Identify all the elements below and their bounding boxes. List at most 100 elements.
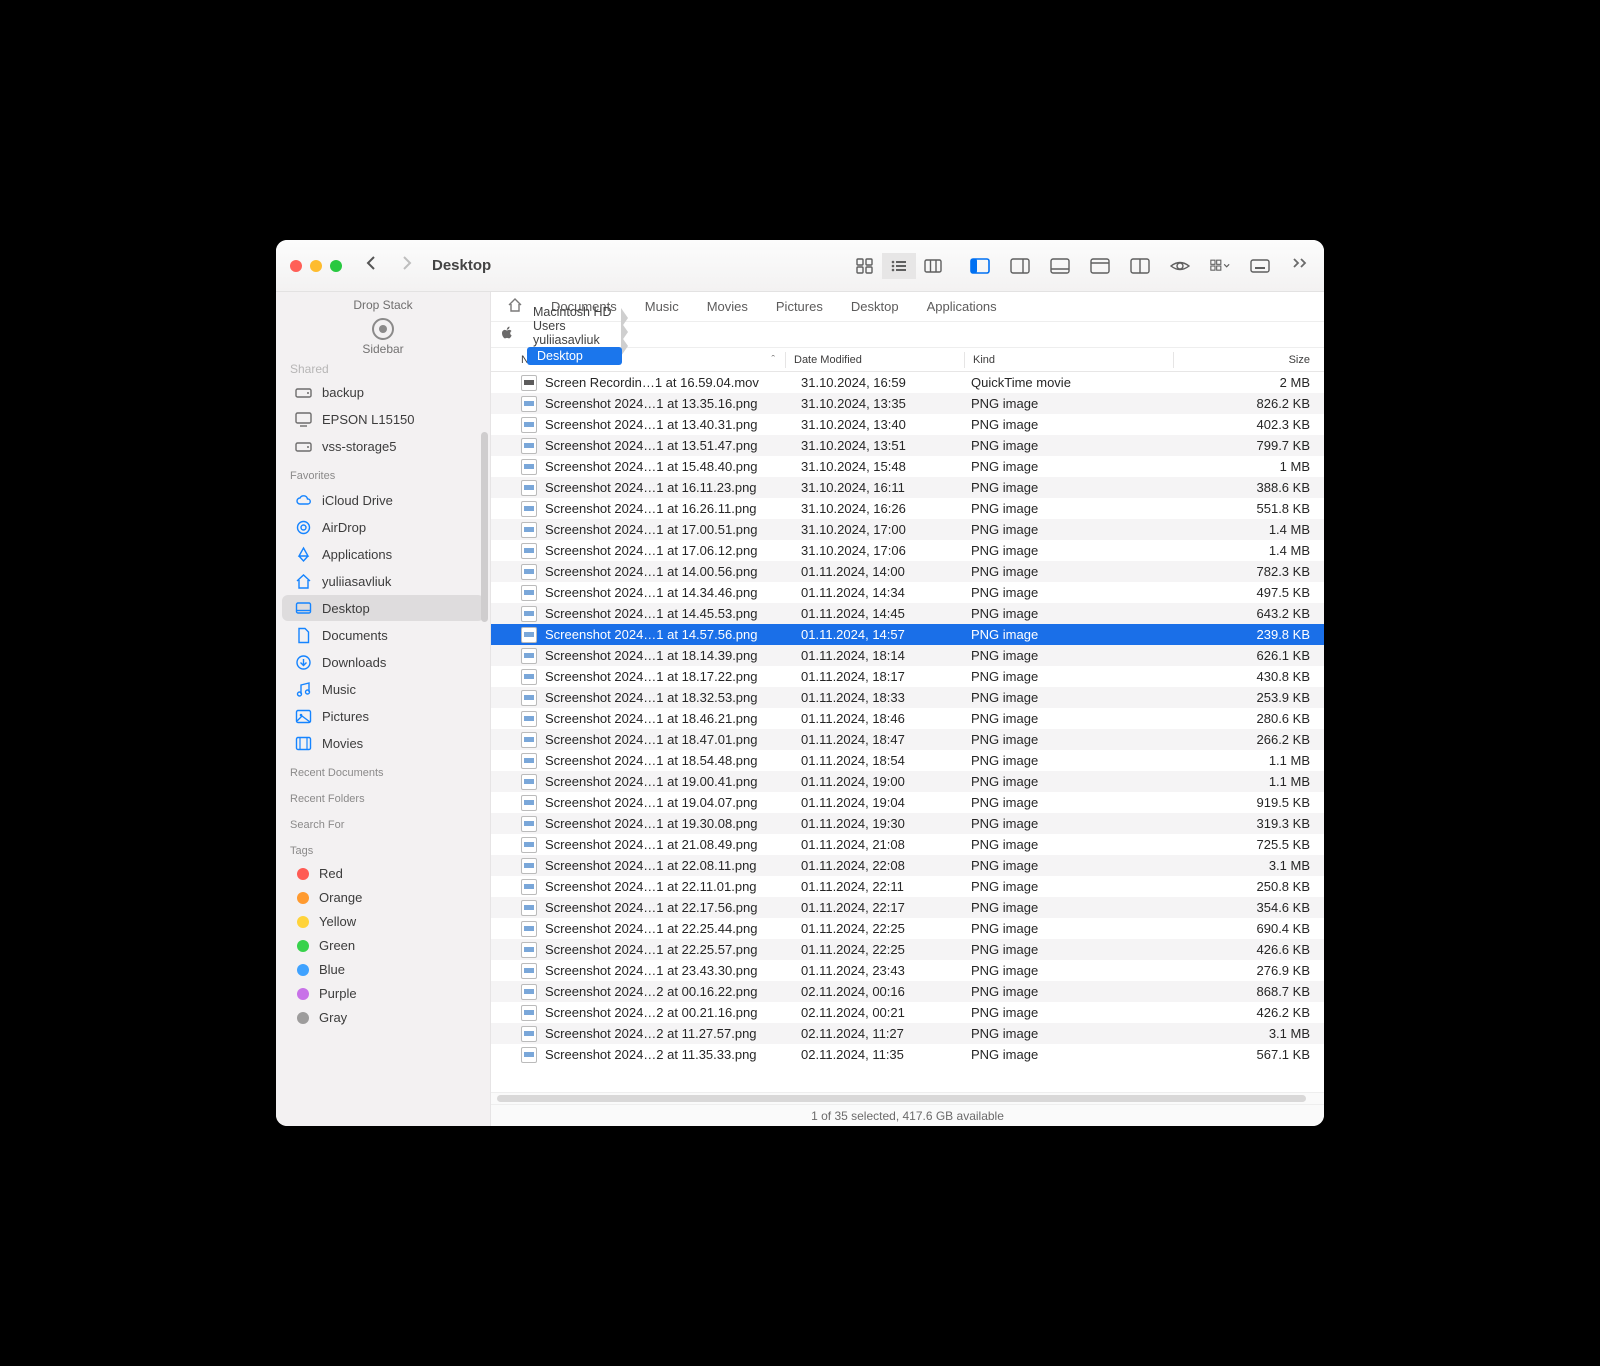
tag-green[interactable]: Green xyxy=(282,934,484,957)
minimize-icon[interactable] xyxy=(310,260,322,272)
file-row[interactable]: Screenshot 2024…1 at 19.30.08.png01.11.2… xyxy=(491,813,1324,834)
column-size[interactable]: Size xyxy=(1182,354,1324,366)
file-kind: PNG image xyxy=(971,774,1171,789)
file-row[interactable]: Screenshot 2024…1 at 22.17.56.png01.11.2… xyxy=(491,897,1324,918)
file-kind: PNG image xyxy=(971,816,1171,831)
file-row[interactable]: Screenshot 2024…1 at 18.32.53.png01.11.2… xyxy=(491,687,1324,708)
file-size: 690.4 KB xyxy=(1171,921,1324,936)
back-button[interactable] xyxy=(364,255,380,276)
file-row[interactable]: Screenshot 2024…1 at 18.14.39.png01.11.2… xyxy=(491,645,1324,666)
file-row[interactable]: Screenshot 2024…1 at 13.35.16.png31.10.2… xyxy=(491,393,1324,414)
file-row[interactable]: Screenshot 2024…1 at 19.04.07.png01.11.2… xyxy=(491,792,1324,813)
file-row[interactable]: Screenshot 2024…1 at 18.54.48.png01.11.2… xyxy=(491,750,1324,771)
keyboard-button[interactable] xyxy=(1250,258,1270,274)
sidebar-item-music[interactable]: Music xyxy=(282,676,484,702)
tag-orange[interactable]: Orange xyxy=(282,886,484,909)
sidebar-item-desktop[interactable]: Desktop xyxy=(282,595,484,621)
file-size: 3.1 MB xyxy=(1171,1026,1324,1041)
sidebar-toggle-button[interactable] xyxy=(970,258,990,274)
music-icon xyxy=(294,680,312,698)
dual-pane-button[interactable] xyxy=(1130,258,1150,274)
drop-stack-icon[interactable] xyxy=(372,318,394,340)
horizontal-scrollbar[interactable] xyxy=(491,1092,1324,1104)
file-name: Screenshot 2024…1 at 14.00.56.png xyxy=(545,564,801,579)
sidebar-scrollbar[interactable] xyxy=(481,432,488,622)
file-row[interactable]: Screenshot 2024…1 at 16.11.23.png31.10.2… xyxy=(491,477,1324,498)
preview-toggle-button[interactable] xyxy=(1010,258,1030,274)
file-row[interactable]: Screenshot 2024…1 at 14.45.53.png01.11.2… xyxy=(491,603,1324,624)
path-desktop[interactable]: Desktop xyxy=(527,347,622,365)
favbar-music[interactable]: Music xyxy=(645,299,679,314)
file-date: 31.10.2024, 16:59 xyxy=(801,375,971,390)
path-macintosh-hd[interactable]: Macintosh HD xyxy=(519,305,622,319)
sidebar-item-airdrop[interactable]: AirDrop xyxy=(282,514,484,540)
sidebar-item-backup[interactable]: backup xyxy=(282,379,484,405)
file-row[interactable]: Screenshot 2024…1 at 14.00.56.png01.11.2… xyxy=(491,561,1324,582)
file-row[interactable]: Screenshot 2024…1 at 13.51.47.png31.10.2… xyxy=(491,435,1324,456)
sidebar-item-yuliiasavliuk[interactable]: yuliiasavliuk xyxy=(282,568,484,594)
file-size: 782.3 KB xyxy=(1171,564,1324,579)
file-row[interactable]: Screenshot 2024…1 at 22.25.44.png01.11.2… xyxy=(491,918,1324,939)
file-name: Screenshot 2024…1 at 21.08.49.png xyxy=(545,837,801,852)
sidebar-item-downloads[interactable]: Downloads xyxy=(282,649,484,675)
file-row[interactable]: Screenshot 2024…1 at 18.47.01.png01.11.2… xyxy=(491,729,1324,750)
file-row[interactable]: Screenshot 2024…1 at 18.46.21.png01.11.2… xyxy=(491,708,1324,729)
file-row[interactable]: Screenshot 2024…1 at 22.11.01.png01.11.2… xyxy=(491,876,1324,897)
favbar-applications[interactable]: Applications xyxy=(927,299,997,314)
zoom-icon[interactable] xyxy=(330,260,342,272)
file-row[interactable]: Screenshot 2024…1 at 14.57.56.png01.11.2… xyxy=(491,624,1324,645)
file-row[interactable]: Screenshot 2024…1 at 23.43.30.png01.11.2… xyxy=(491,960,1324,981)
tag-gray[interactable]: Gray xyxy=(282,1006,484,1029)
sidebar-item-documents[interactable]: Documents xyxy=(282,622,484,648)
sidebar-item-icloud-drive[interactable]: iCloud Drive xyxy=(282,487,484,513)
favbar-movies[interactable]: Movies xyxy=(707,299,748,314)
list-view-button[interactable] xyxy=(882,253,916,279)
file-date: 31.10.2024, 16:11 xyxy=(801,480,971,495)
file-row[interactable]: Screenshot 2024…1 at 19.00.41.png01.11.2… xyxy=(491,771,1324,792)
file-row[interactable]: Screenshot 2024…1 at 17.00.51.png31.10.2… xyxy=(491,519,1324,540)
group-by-button[interactable] xyxy=(1210,258,1230,274)
sidebar-item-vss-storage5[interactable]: vss-storage5 xyxy=(282,433,484,459)
close-icon[interactable] xyxy=(290,260,302,272)
tag-purple[interactable]: Purple xyxy=(282,982,484,1005)
statusbar-toggle-button[interactable] xyxy=(1050,258,1070,274)
file-row[interactable]: Screenshot 2024…2 at 00.21.16.png02.11.2… xyxy=(491,1002,1324,1023)
file-row[interactable]: Screenshot 2024…2 at 11.27.57.png02.11.2… xyxy=(491,1023,1324,1044)
airdrop-icon xyxy=(294,518,312,536)
file-row[interactable]: Screenshot 2024…1 at 17.06.12.png31.10.2… xyxy=(491,540,1324,561)
file-name: Screenshot 2024…1 at 16.26.11.png xyxy=(545,501,801,516)
file-row[interactable]: Screenshot 2024…1 at 22.25.57.png01.11.2… xyxy=(491,939,1324,960)
quicklook-button[interactable] xyxy=(1170,258,1190,274)
forward-button[interactable] xyxy=(398,255,414,276)
path-users[interactable]: Users xyxy=(519,319,622,333)
image-file-icon xyxy=(521,1026,537,1042)
sidebar-item-movies[interactable]: Movies xyxy=(282,730,484,756)
file-row[interactable]: Screenshot 2024…1 at 15.48.40.png31.10.2… xyxy=(491,456,1324,477)
file-row[interactable]: Screenshot 2024…1 at 14.34.46.png01.11.2… xyxy=(491,582,1324,603)
column-view-button[interactable] xyxy=(916,253,950,279)
icon-view-button[interactable] xyxy=(848,253,882,279)
column-date[interactable]: Date Modified xyxy=(794,354,964,366)
toolbar-overflow-button[interactable] xyxy=(1292,256,1310,275)
sidebar-item-epson-l15150[interactable]: EPSON L15150 xyxy=(282,406,484,432)
file-row[interactable]: Screenshot 2024…1 at 16.26.11.png31.10.2… xyxy=(491,498,1324,519)
path-yuliiasavliuk[interactable]: yuliiasavliuk xyxy=(519,333,622,347)
favbar-desktop[interactable]: Desktop xyxy=(851,299,899,314)
file-row[interactable]: Screenshot 2024…1 at 21.08.49.png01.11.2… xyxy=(491,834,1324,855)
file-list[interactable]: Screen Recordin…1 at 16.59.04.mov31.10.2… xyxy=(491,372,1324,1092)
file-row[interactable]: Screen Recordin…1 at 16.59.04.mov31.10.2… xyxy=(491,372,1324,393)
sidebar-item-pictures[interactable]: Pictures xyxy=(282,703,484,729)
sidebar-item-applications[interactable]: Applications xyxy=(282,541,484,567)
favbar-pictures[interactable]: Pictures xyxy=(776,299,823,314)
tag-blue[interactable]: Blue xyxy=(282,958,484,981)
file-row[interactable]: Screenshot 2024…2 at 11.35.33.png02.11.2… xyxy=(491,1044,1324,1065)
column-kind[interactable]: Kind xyxy=(973,354,1173,366)
tag-red[interactable]: Red xyxy=(282,862,484,885)
tag-yellow[interactable]: Yellow xyxy=(282,910,484,933)
file-row[interactable]: Screenshot 2024…2 at 00.16.22.png02.11.2… xyxy=(491,981,1324,1002)
pathbar-toggle-button[interactable] xyxy=(1090,258,1110,274)
file-row[interactable]: Screenshot 2024…1 at 13.40.31.png31.10.2… xyxy=(491,414,1324,435)
apple-icon[interactable] xyxy=(501,326,519,343)
file-row[interactable]: Screenshot 2024…1 at 18.17.22.png01.11.2… xyxy=(491,666,1324,687)
file-row[interactable]: Screenshot 2024…1 at 22.08.11.png01.11.2… xyxy=(491,855,1324,876)
